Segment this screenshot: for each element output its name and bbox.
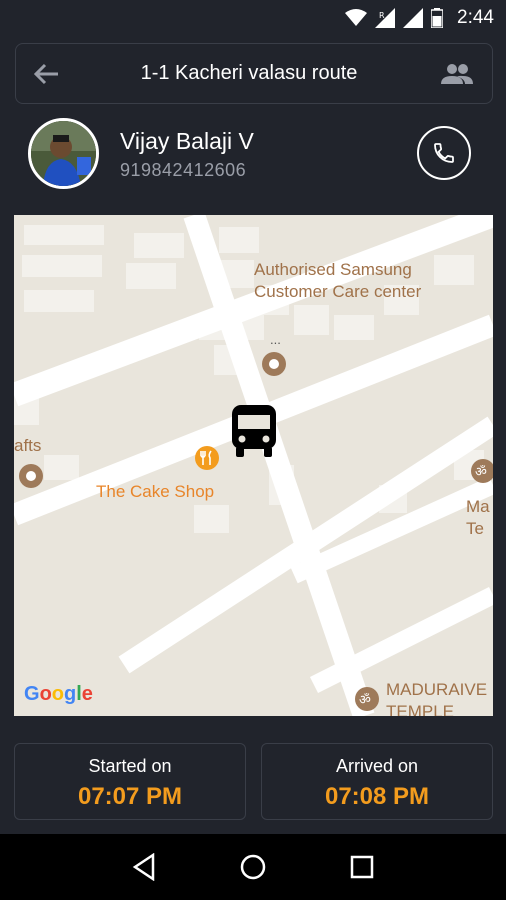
back-button[interactable] — [16, 44, 76, 103]
driver-phone: 919842412606 — [120, 160, 247, 180]
started-time: 07:07 PM — [77, 783, 183, 810]
map-label-ma: Ma — [466, 497, 490, 516]
started-card: Started on 07:07 PM — [14, 743, 246, 820]
bus-icon — [232, 405, 276, 457]
arrived-card: Arrived on 07:08 PM — [261, 743, 493, 820]
cell-signal-roaming-icon: R — [375, 8, 396, 28]
svg-text:ॐ: ॐ — [359, 693, 371, 708]
back-nav-icon[interactable] — [131, 853, 157, 881]
map-label-samsung: Authorised Samsung Customer Care center — [254, 260, 422, 301]
svg-text:R: R — [379, 11, 385, 20]
map-label-ellipsis: ... — [270, 332, 281, 347]
recents-nav-icon[interactable] — [349, 854, 375, 880]
battery-icon — [431, 8, 444, 28]
map-label-maduraive: MADURAIVE — [386, 680, 488, 699]
avatar — [28, 118, 99, 189]
map-label-afts: afts — [14, 436, 42, 455]
driver-name: Vijay Balaji V — [120, 128, 254, 154]
route-map[interactable]: ॐ ॐ Authorised Samsung Customer Care cen… — [14, 215, 493, 716]
arrived-label: Arrived on — [335, 756, 419, 776]
arrow-back-icon — [33, 63, 58, 84]
group-icon — [441, 63, 473, 84]
temple-marker-icon[interactable]: ॐ — [470, 458, 493, 484]
map-label-cake-shop: The Cake Shop — [96, 482, 215, 501]
started-label: Started on — [88, 756, 172, 776]
phone-icon — [434, 143, 454, 163]
map-label-temple: TEMPLE — [386, 702, 455, 716]
route-title: 1-1 Kacheri valasu route — [140, 62, 358, 84]
temple-marker-icon[interactable]: ॐ — [354, 686, 380, 712]
passengers-button[interactable] — [422, 44, 492, 103]
google-logo: Google — [24, 683, 93, 705]
home-nav-icon[interactable] — [239, 853, 267, 881]
restaurant-marker-icon[interactable] — [194, 445, 220, 471]
wifi-icon — [345, 9, 368, 26]
svg-text:ॐ: ॐ — [475, 465, 487, 480]
poi-marker-icon[interactable] — [18, 463, 44, 489]
call-button[interactable] — [417, 126, 471, 180]
route-header: 1-1 Kacheri valasu route — [15, 43, 493, 104]
driver-profile: Vijay Balaji V 919842412606 — [0, 112, 506, 192]
status-time: 2:44 — [457, 7, 494, 28]
system-nav-bar — [0, 834, 506, 900]
poi-marker-icon[interactable] — [261, 351, 287, 377]
arrived-time: 07:08 PM — [324, 783, 430, 810]
status-bar: R 2:44 — [0, 0, 506, 36]
cell-signal-icon — [403, 8, 424, 28]
map-label-te: Te — [466, 519, 484, 538]
